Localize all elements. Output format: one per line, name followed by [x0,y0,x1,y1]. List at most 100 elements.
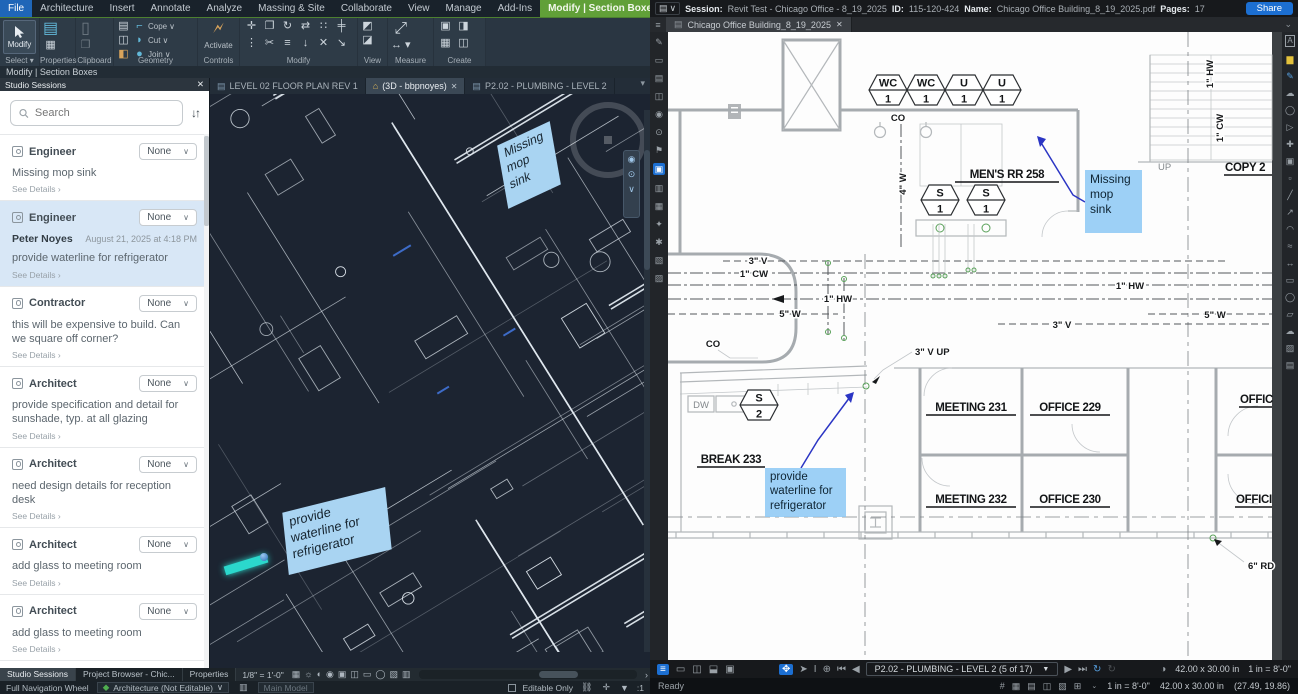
trim-icon[interactable]: ✂ [261,37,278,53]
paste-icon[interactable]: ▯ [79,20,92,38]
status-dropdown[interactable]: None∨ [139,536,197,553]
properties-icon[interactable]: ✎ [655,37,663,47]
file-access-icon[interactable]: ▭ [655,55,664,65]
overlay-icon[interactable]: ▧ [1058,681,1067,691]
workset-select[interactable]: ◆Architecture (Not Editable)∨ [97,682,229,693]
spaces-icon[interactable]: ▦ [655,201,664,211]
snap-markup-icon[interactable]: ▦ [1012,681,1021,691]
show-crop-icon[interactable]: ◫ [348,669,361,680]
render-icon[interactable]: ◉ [324,669,336,680]
session-comment-card[interactable]: ArchitectNone∨need design details for re… [0,447,209,528]
worksets-icon[interactable]: ▥ [237,682,250,693]
markup-note-missing-mop-sink[interactable]: Missing mop sink [1085,170,1142,233]
page-select[interactable]: P2.02 - PLUMBING - LEVEL 2 (5 of 17)▼ [866,662,1059,676]
cut-button[interactable]: ◗Cut ∨ [133,34,175,47]
tab-architecture[interactable]: Architecture [32,0,101,17]
chevron-down-icon[interactable]: ⌄ [1091,682,1097,690]
view-navigation-bar[interactable]: ◉⊙∨ [623,150,640,218]
session-comment-card[interactable]: ArchitectNone∨provide specification and … [0,366,209,447]
view-hide-icon[interactable]: ◪ [361,34,374,47]
links-icon[interactable]: ▧ [655,255,664,265]
stamp-tool-icon[interactable]: ✚ [1286,139,1294,149]
polyline-tool-icon[interactable]: ≈ [1288,241,1293,251]
callout-tool-icon[interactable]: ▷ [1287,122,1294,132]
search-input[interactable] [10,100,183,126]
mirror-icon[interactable]: ⇄ [297,20,314,36]
full-screen-icon[interactable]: ▣ [725,664,734,675]
snap-content-icon[interactable]: ▤ [1027,681,1036,691]
tab-collaborate[interactable]: Collaborate [333,0,400,17]
properties-icon[interactable]: ▤ [43,20,58,38]
create-assembly-icon[interactable]: ▦ [437,37,454,53]
sort-icon[interactable]: ↓↑ [191,106,199,120]
pen-tool-icon[interactable]: ✎ [1286,71,1294,81]
zoom-tool-icon[interactable]: ⊙ [628,169,636,180]
select-text-icon[interactable]: I [814,664,817,675]
panel-tab-properties[interactable]: Properties [183,668,237,681]
tab-annotate[interactable]: Annotate [143,0,199,17]
status-dropdown[interactable]: None∨ [139,143,197,160]
tool-chest-icon[interactable]: ✦ [655,219,663,229]
copy-clipboard-icon[interactable]: ❐ [79,39,92,52]
modify-button[interactable]: Modify [3,20,36,54]
scale-icon[interactable]: ↘ [333,37,350,53]
copy-icon[interactable]: ❐ [261,20,278,36]
see-details-link[interactable]: See Details › [12,431,197,441]
last-page-icon[interactable]: ⏭ [1078,664,1087,675]
see-details-link[interactable]: See Details › [12,644,197,654]
session-comment-card[interactable]: EngineerNone∨Peter NoyesAugust 21, 2025 … [0,200,209,285]
panel-label-view[interactable]: View [358,56,387,65]
pin-icon[interactable]: ↓ [297,37,314,53]
first-page-icon[interactable]: ⏮ [837,664,846,675]
activate-label[interactable]: Activate [204,41,232,50]
cloud-plus-tool-icon[interactable]: ☁ [1286,326,1295,336]
select-pinned-icon[interactable]: ✛ [600,682,612,693]
select-tool-icon[interactable]: ➤ [799,664,807,675]
panel-label-clipboard[interactable]: Clipboard [76,56,113,65]
tab-manage[interactable]: Manage [437,0,489,17]
section-box-icon[interactable]: ▧ [387,669,400,680]
session-comment-card[interactable]: ArchitectNone∨add glass to meeting roomS… [0,527,209,593]
flags-icon[interactable]: ⚑ [655,145,663,155]
sync-views-icon[interactable]: ↻ [1093,664,1101,675]
dimension-icon[interactable]: ↔ ▾ [391,39,411,52]
measurements-icon[interactable]: ✱ [655,237,663,247]
tab-file[interactable]: File [0,0,32,17]
delete-icon[interactable]: ✕ [315,37,332,53]
highlight-tool-icon[interactable]: ▆ [1287,54,1294,64]
offset-icon[interactable]: ≡ [279,37,296,53]
match-icon[interactable]: ◫ [117,34,130,47]
hatch-tool-icon[interactable]: ▨ [1286,343,1295,353]
create-similar-icon[interactable]: ◨ [455,20,472,36]
pdf-canvas[interactable]: WC1WC1U1U1S1S1S2 MEN'S RR 258 COPY 2 BRE… [668,32,1282,660]
single-page-icon[interactable]: ▭ [676,664,685,675]
design-option-select[interactable]: Main Model [258,682,314,693]
signatures-icon[interactable]: ▨ [655,273,664,283]
markup-list-icon[interactable]: ▣ [653,163,666,175]
scroll-right-icon[interactable]: › [643,670,650,680]
see-details-link[interactable]: See Details › [12,270,197,280]
split-horizontal-icon[interactable]: ⬓ [709,664,718,675]
editable-only-checkbox[interactable] [508,684,516,692]
family-types-icon[interactable]: ▦ [43,39,58,52]
rotate-icon[interactable]: ↻ [279,20,296,36]
panel-label-controls[interactable]: Controls [198,56,239,65]
session-comment-card[interactable]: EngineerNone∨Missing mop sinkSee Details… [0,134,209,200]
isolate-icon[interactable]: ◯ [373,669,387,680]
markup-list-toggle-icon[interactable]: ≡ [657,664,669,675]
document-tab[interactable]: ▤ Chicago Office Building_8_19_2025 ✕ [666,17,852,32]
thumbnails-icon[interactable]: ◫ [655,91,664,101]
create-group-icon[interactable]: ▣ [437,20,454,36]
snapshot-tool-icon[interactable]: ▫ [1288,173,1291,183]
view-scale[interactable]: 1/8" = 1'-0" [236,670,289,680]
horizontal-scrollbar[interactable] [419,670,637,679]
layers-icon[interactable]: ▥ [655,183,664,193]
search-icon[interactable]: ⊙ [655,127,663,137]
create-parts-icon[interactable]: ◫ [455,37,472,53]
split-sync-icon[interactable]: ⊞ [1074,681,1082,691]
shadows-icon[interactable]: ◐ [315,669,324,680]
dimension-tool-icon[interactable]: ↔ [1286,258,1295,268]
panel-label-geometry[interactable]: Geometry [114,56,197,65]
panel-label-create[interactable]: Create [434,56,485,65]
orbit-tool-icon[interactable]: ∨ [628,184,635,195]
